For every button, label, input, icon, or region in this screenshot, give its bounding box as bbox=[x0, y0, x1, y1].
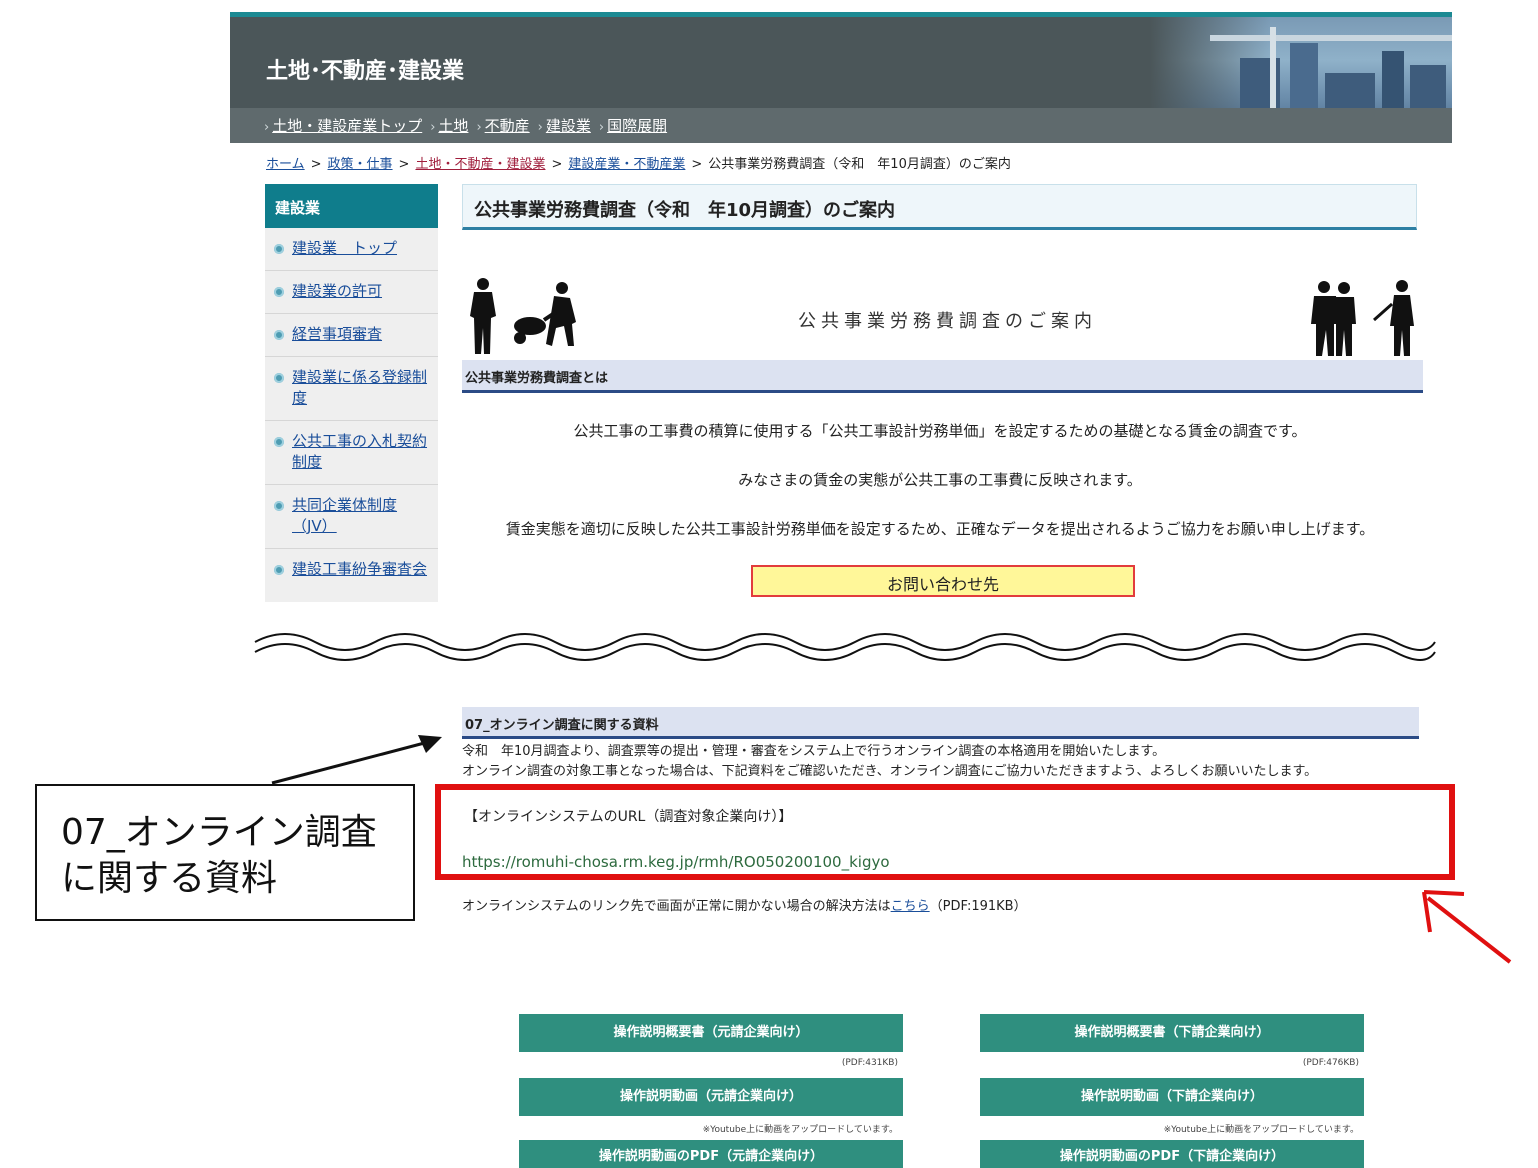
sidebar: 建設業 建設業 トップ 建設業の許可 経営事項審査 建設業に係る登録制度 公共工… bbox=[265, 184, 438, 602]
callout-arrow-icon bbox=[271, 735, 442, 785]
bullet-icon bbox=[274, 287, 284, 297]
video-sub-note: ※Youtube上に動画をアップロードしています。 bbox=[1163, 1125, 1359, 1135]
manual-sub-button[interactable]: 操作説明概要書（下請企業向け） bbox=[980, 1014, 1364, 1052]
breadcrumb-industry[interactable]: 建設産業・不動産業 bbox=[568, 157, 685, 172]
callout-box: 07_オンライン調査 に関する資料 bbox=[35, 784, 415, 921]
video-pdf-sub-button[interactable]: 操作説明動画のPDF（下請企業向け） bbox=[980, 1140, 1364, 1168]
bullet-icon bbox=[274, 330, 284, 340]
breadcrumb: ホーム > 政策・仕事 > 土地・不動産・建設業 > 建設産業・不動産業 > 公共事業労務費調査… bbox=[266, 157, 1011, 172]
troubleshoot-link[interactable]: こちら bbox=[891, 899, 930, 914]
online-description-line2: オンライン調査の対象工事となった場合は、下記資料をご確認いただき、オンライン調査… bbox=[462, 764, 1318, 779]
online-description-line1: 令和 年10月調査より、調査票等の提出・管理・審査をシステム上で行うオンライン調… bbox=[462, 744, 1166, 759]
banner-title: 公共事業労務費調査のご案内 bbox=[798, 311, 1097, 332]
intro-paragraph-1: 公共工事の工事費の積算に使用する「公共工事設計労務単価」を設定するための基礎とな… bbox=[573, 422, 1307, 440]
video-prime-button[interactable]: 操作説明動画（元請企業向け） bbox=[519, 1078, 903, 1116]
bullet-icon bbox=[274, 437, 284, 447]
callout-line-2: に関する資料 bbox=[61, 858, 278, 899]
section-heading-online: 07_オンライン調査に関する資料 bbox=[462, 707, 1419, 739]
worker-silhouette-left-image bbox=[470, 278, 576, 354]
breadcrumb-policy[interactable]: 政策・仕事 bbox=[328, 157, 393, 172]
manual-sub-size: (PDF:476KB) bbox=[1302, 1058, 1359, 1068]
header-cityscape-image bbox=[1150, 17, 1452, 108]
nav-item-top[interactable]: › 土地・建設産業トップ bbox=[264, 115, 422, 136]
video-sub-button[interactable]: 操作説明動画（下請企業向け） bbox=[980, 1078, 1364, 1116]
nav-item-international[interactable]: › 国際展開 bbox=[599, 115, 667, 136]
nav-item-realestate[interactable]: › 不動産 bbox=[476, 115, 529, 136]
page-title: 公共事業労務費調査（令和 年10月調査）のご案内 bbox=[462, 184, 1417, 230]
video-pdf-prime-button[interactable]: 操作説明動画のPDF（元請企業向け） bbox=[519, 1140, 903, 1168]
sidebar-item-review[interactable]: 経営事項審査 bbox=[265, 314, 438, 357]
sidebar-item-bidding[interactable]: 公共工事の入札契約制度 bbox=[265, 421, 438, 485]
bullet-icon bbox=[274, 565, 284, 575]
sidebar-item-dispute[interactable]: 建設工事紛争審査会 bbox=[265, 549, 438, 602]
chevron-right-icon: › bbox=[537, 120, 543, 135]
bullet-icon bbox=[274, 501, 284, 511]
highlight-box bbox=[435, 784, 1455, 880]
bullet-icon bbox=[274, 244, 284, 254]
troubleshoot-note: オンラインシステムのリンク先で画面が正常に開かない場合の解決方法はこちら（PDF… bbox=[462, 899, 1027, 914]
sidebar-item-jv[interactable]: 共同企業体制度（JV） bbox=[265, 485, 438, 549]
manual-prime-size: (PDF:431KB) bbox=[841, 1058, 898, 1068]
sidebar-item-registration[interactable]: 建設業に係る登録制度 bbox=[265, 357, 438, 421]
manual-prime-button[interactable]: 操作説明概要書（元請企業向け） bbox=[519, 1014, 903, 1052]
chevron-right-icon: › bbox=[598, 120, 605, 135]
intro-paragraph-2: みなさまの賃金の実態が公共工事の工事費に反映されます。 bbox=[738, 471, 1142, 489]
sidebar-item-license[interactable]: 建設業の許可 bbox=[265, 271, 438, 314]
chevron-right-icon: › bbox=[264, 120, 270, 135]
callout-line-1: 07_オンライン調査 bbox=[61, 812, 377, 853]
site-header: 土地･不動産･建設業 bbox=[230, 12, 1452, 108]
breadcrumb-home[interactable]: ホーム bbox=[266, 157, 305, 172]
breadcrumb-current: 公共事業労務費調査（令和 年10月調査）のご案内 bbox=[708, 157, 1011, 172]
global-nav: › 土地・建設産業トップ › 土地 › 不動産 › 建設業 › 国際展開 bbox=[230, 108, 1452, 143]
bullet-icon bbox=[274, 373, 284, 383]
intro-paragraph-3: 賃金実態を適切に反映した公共工事設計労務単価を設定するため、正確なデータを提出さ… bbox=[505, 520, 1375, 538]
sidebar-heading: 建設業 bbox=[265, 184, 438, 228]
sidebar-item-top[interactable]: 建設業 トップ bbox=[265, 228, 438, 271]
nav-item-land[interactable]: › 土地 bbox=[430, 115, 468, 136]
section-heading-about: 公共事業労務費調査とは bbox=[462, 360, 1423, 393]
video-prime-note: ※Youtube上に動画をアップロードしています。 bbox=[702, 1125, 898, 1135]
breadcrumb-land-construction[interactable]: 土地・不動産・建設業 bbox=[415, 157, 545, 172]
chevron-right-icon: › bbox=[430, 120, 436, 135]
site-title: 土地･不動産･建設業 bbox=[266, 59, 465, 84]
page-break-wave bbox=[254, 633, 1436, 661]
nav-item-construction[interactable]: › 建設業 bbox=[538, 115, 591, 136]
chevron-right-icon: › bbox=[476, 120, 482, 135]
red-arrow-icon bbox=[1422, 890, 1512, 964]
worker-silhouette-right-image bbox=[1311, 280, 1414, 356]
contact-button[interactable]: お問い合わせ先 bbox=[751, 565, 1135, 597]
